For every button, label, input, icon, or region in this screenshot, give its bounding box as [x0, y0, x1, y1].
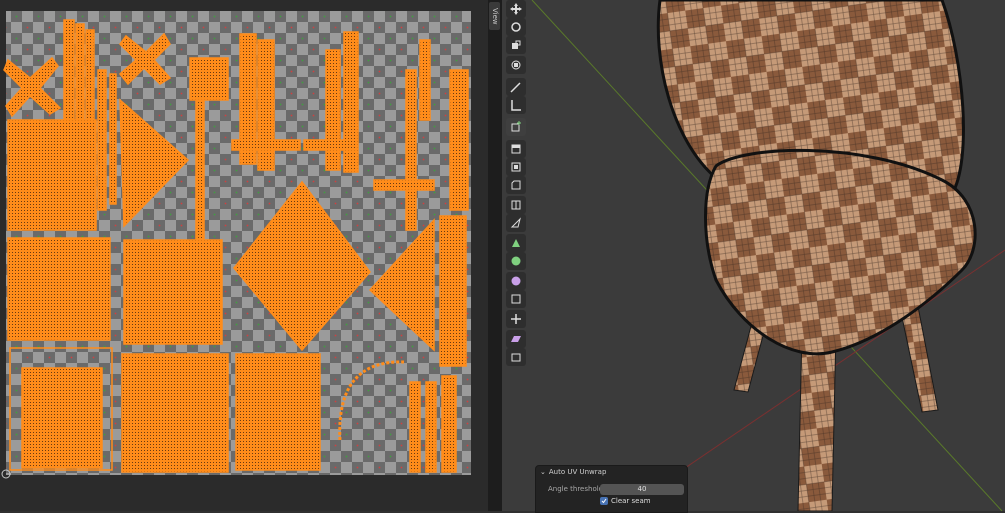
bevel-icon[interactable]: [506, 176, 526, 194]
uv-canvas[interactable]: [0, 0, 488, 511]
smooth-icon[interactable]: [506, 272, 526, 290]
uv-editor[interactable]: [0, 0, 488, 511]
scale-icon[interactable]: [506, 36, 526, 54]
operator-panel[interactable]: ⌄ Auto UV Unwrap Angle threshold 40 Clea…: [535, 465, 688, 513]
rip-region-icon[interactable]: [506, 348, 526, 366]
tab-view[interactable]: View: [489, 2, 500, 30]
checkmark-icon[interactable]: [600, 497, 608, 505]
edge-slide-icon[interactable]: [506, 290, 526, 308]
clear-seam-checkbox[interactable]: Clear seam: [600, 497, 651, 505]
clear-seam-label: Clear seam: [611, 497, 651, 505]
chevron-down-icon[interactable]: ⌄: [540, 468, 546, 476]
chair-mesh[interactable]: [656, 0, 977, 511]
rotate-icon[interactable]: [506, 18, 526, 36]
editor-divider[interactable]: [488, 0, 502, 511]
operator-title: Auto UV Unwrap: [548, 468, 607, 476]
poly-build-icon[interactable]: [506, 234, 526, 252]
measure-icon[interactable]: [506, 96, 526, 114]
tool-shelf: [506, 0, 528, 370]
annotate-icon[interactable]: [506, 78, 526, 96]
move-icon[interactable]: [506, 0, 526, 18]
knife-icon[interactable]: [506, 214, 526, 232]
shear-icon[interactable]: [506, 330, 526, 348]
spin-icon[interactable]: [506, 252, 526, 270]
shrink-fatten-icon[interactable]: [506, 310, 526, 328]
angle-threshold-label: Angle threshold: [548, 485, 604, 493]
inset-icon[interactable]: [506, 158, 526, 176]
operator-panel-header[interactable]: ⌄ Auto UV Unwrap: [540, 468, 606, 476]
add-cube-icon[interactable]: [506, 118, 526, 136]
loop-cut-icon[interactable]: [506, 196, 526, 214]
angle-threshold-field[interactable]: 40: [600, 484, 684, 495]
extrude-icon[interactable]: [506, 140, 526, 158]
transform-icon[interactable]: [506, 56, 526, 74]
viewport-3d[interactable]: [502, 0, 1005, 511]
